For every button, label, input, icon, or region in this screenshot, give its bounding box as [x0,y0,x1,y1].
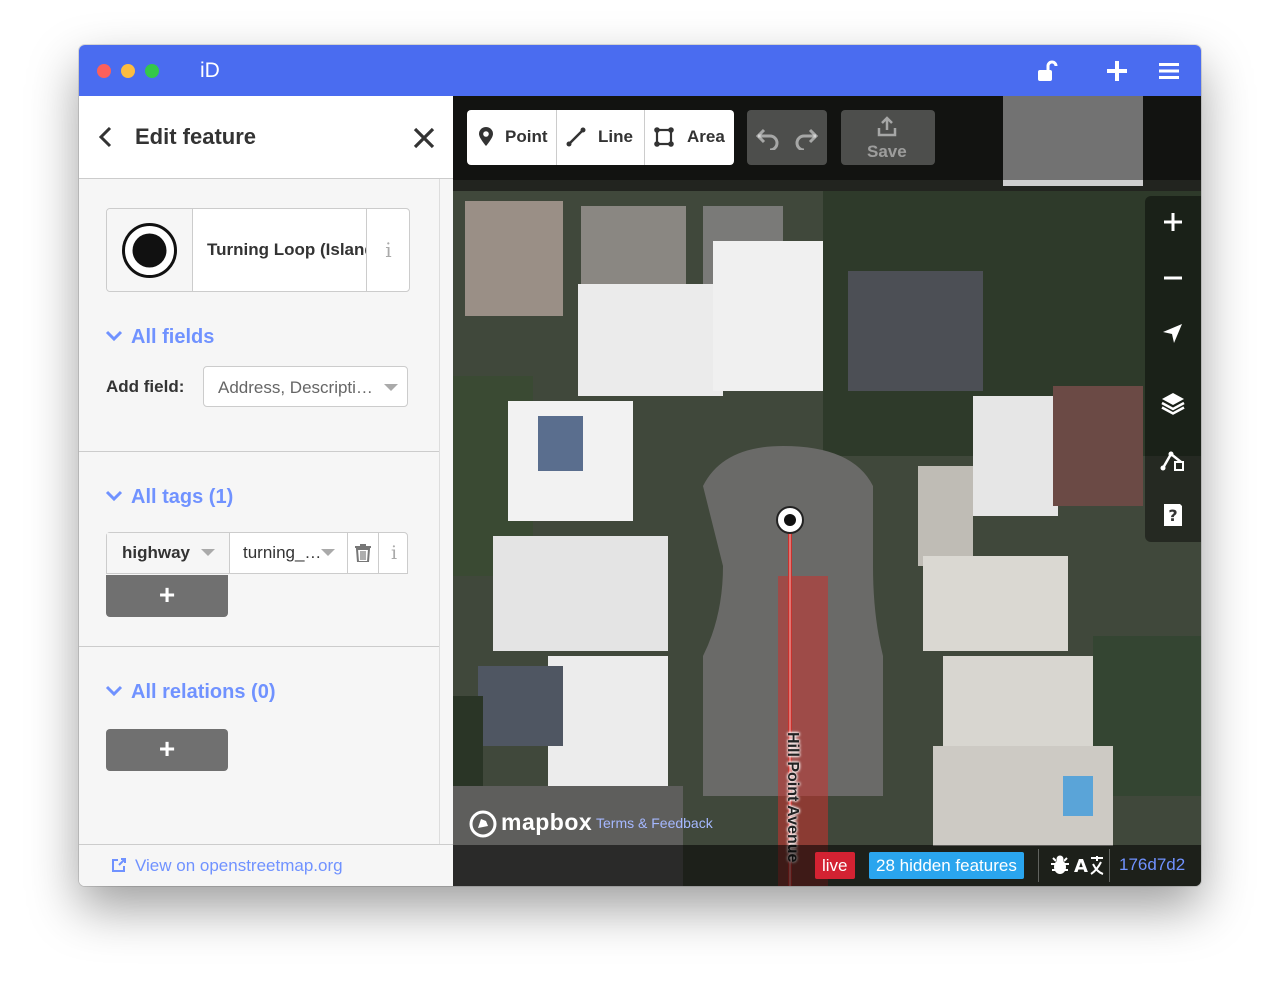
save-label: Save [867,142,907,161]
add-field-label: Add field: [106,377,185,396]
map-view[interactable]: Hill Point Avenue Point Line Area Save ?… [453,96,1201,886]
tag-delete-button[interactable] [348,533,379,573]
live-badge[interactable]: live [815,852,855,879]
divider [1038,849,1039,882]
area-label: Area [687,127,725,146]
preset-icon [107,209,193,291]
map-controls: ? [1145,196,1201,542]
chevron-down-icon [321,549,335,556]
app-window: iD Edit feature Turning Loop (Island) i … [79,45,1201,886]
app-title: iD [200,59,220,82]
all-fields-label: All fields [131,326,215,348]
divider [1109,849,1110,882]
terms-feedback-link[interactable]: Terms & Feedback [596,815,713,831]
mapbox-logo-icon [469,810,497,838]
geolocate-button[interactable] [1160,321,1186,347]
zoom-in-icon [1164,213,1182,231]
help-icon: ? [1164,504,1182,526]
undo-icon[interactable] [755,126,781,150]
draw-tools: Point Line Area [467,110,734,165]
add-area-button[interactable]: Area [644,110,734,165]
menu-icon[interactable] [1156,58,1182,84]
tag-key-field[interactable]: highway [107,533,230,573]
map-toolbar: Point Line Area Save [453,96,1201,180]
all-fields-toggle[interactable]: All fields [105,326,214,349]
external-link-icon [112,858,126,872]
background-layers-button[interactable] [1160,390,1186,416]
tag-key: highway [122,543,191,562]
add-field-combo[interactable]: Address, Descripti… [203,366,408,407]
language-icon[interactable]: A [1073,852,1105,878]
svg-text:A: A [1074,856,1088,877]
map-data-icon [1160,451,1184,471]
plus-icon[interactable] [1104,58,1130,84]
chevron-down-icon [105,330,123,341]
zoom-out-button[interactable] [1160,265,1186,291]
layers-icon [1161,393,1185,415]
street-label: Hill Point Avenue [784,732,801,863]
sidebar-scrollbar[interactable] [439,179,440,844]
divider [79,451,439,452]
view-on-osm-link[interactable]: View on openstreetmap.org [135,856,343,876]
save-button[interactable]: Save [841,110,935,165]
close-icon [413,127,435,149]
close-button[interactable] [410,124,438,152]
add-line-button[interactable]: Line [556,110,645,165]
sidebar: Edit feature Turning Loop (Island) i All… [79,96,454,886]
zoom-window-button[interactable] [145,64,159,78]
tag-row: highway turning_… i [106,532,408,574]
all-relations-toggle[interactable]: All relations (0) [105,681,275,704]
preset-name[interactable]: Turning Loop (Island) [207,240,367,262]
chevron-down-icon [105,490,123,501]
line-label: Line [598,127,633,146]
point-label: Point [505,127,548,146]
zoom-in-button[interactable] [1160,209,1186,235]
preset-info-button[interactable]: i [366,209,410,291]
add-tag-button[interactable]: + [106,575,228,617]
point-icon [479,127,493,146]
preset-card[interactable]: Turning Loop (Island) i [106,208,410,292]
add-field-placeholder: Address, Descripti… [218,378,373,397]
all-relations-label: All relations (0) [131,681,276,703]
help-button[interactable]: ? [1160,502,1186,528]
chevron-left-icon [98,126,112,148]
unlock-icon[interactable] [1033,58,1059,84]
tag-value: turning_… [243,543,322,562]
chevron-down-icon [201,549,215,556]
sidebar-header: Edit feature [79,96,453,179]
map-footer: live 28 hidden features A 176d7d2 [453,845,1201,886]
chevron-down-icon [105,685,123,696]
satellite-imagery [453,96,1201,886]
hidden-features-badge[interactable]: 28 hidden features [869,852,1024,879]
tag-value-field[interactable]: turning_… [229,533,348,573]
location-arrow-icon [1163,324,1182,343]
close-window-button[interactable] [97,64,111,78]
zoom-out-icon [1164,276,1182,280]
svg-text:?: ? [1168,506,1177,525]
sidebar-title: Edit feature [135,124,257,149]
chevron-down-icon [384,384,398,391]
all-tags-toggle[interactable]: All tags (1) [105,486,233,509]
area-icon [654,127,674,147]
add-relation-button[interactable]: + [106,729,228,771]
bug-icon[interactable] [1049,854,1071,876]
trash-icon [355,544,371,562]
all-tags-label: All tags (1) [131,486,234,508]
back-button[interactable] [93,124,119,150]
map-data-button[interactable] [1160,448,1186,474]
undo-redo-group [747,110,827,165]
add-point-button[interactable]: Point [467,110,557,165]
title-bar: iD [79,45,1201,96]
mapbox-wordmark: mapbox [501,809,593,835]
redo-icon[interactable] [793,126,819,150]
vertex-icon [122,223,177,278]
minimize-window-button[interactable] [121,64,135,78]
line-icon [566,127,586,147]
version-link[interactable]: 176d7d2 [1119,855,1185,875]
upload-icon [877,116,897,137]
sidebar-footer: View on openstreetmap.org [79,844,453,886]
divider [79,646,439,647]
tag-info-button[interactable]: i [379,533,409,573]
